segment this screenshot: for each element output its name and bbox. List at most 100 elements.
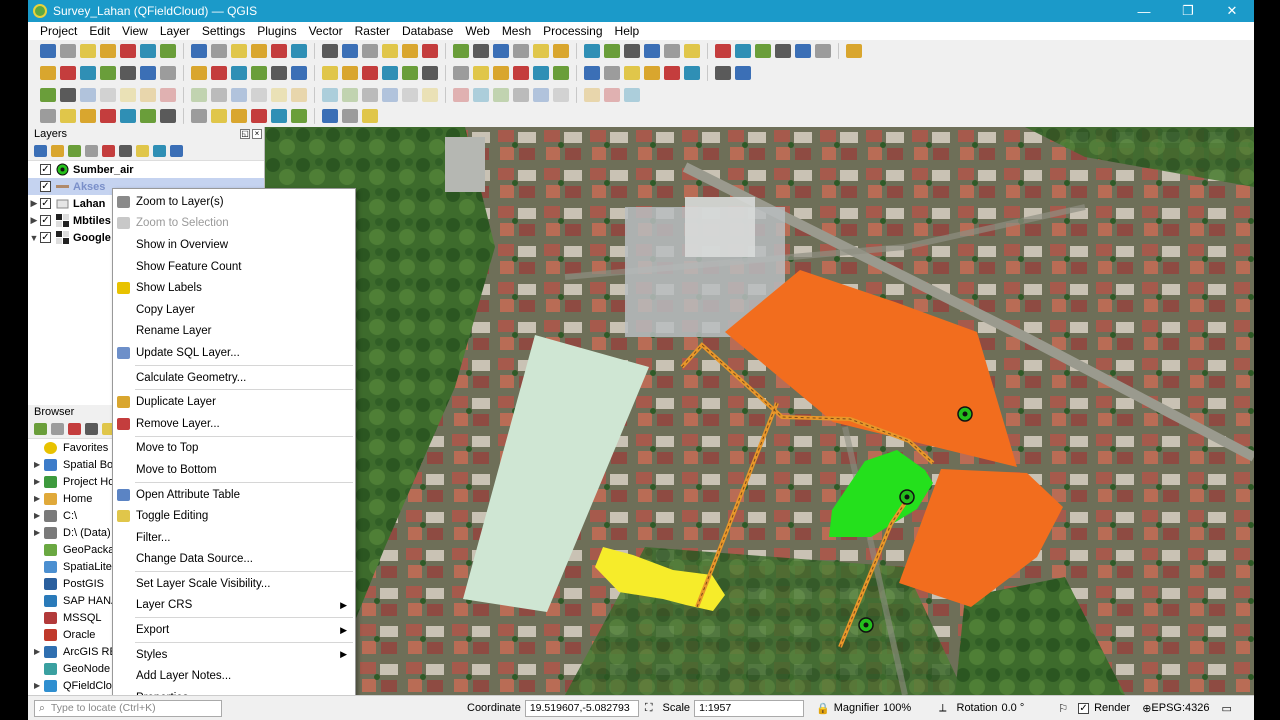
toolbar-tool-icon[interactable]	[644, 44, 660, 58]
toolbar-tool-icon[interactable]	[493, 66, 509, 80]
toolbar-tool-icon[interactable]	[80, 44, 96, 58]
panel-tool-icon[interactable]	[51, 422, 64, 435]
panel-tool-icon[interactable]	[119, 144, 132, 157]
toolbar-tool-icon[interactable]	[382, 44, 398, 58]
layer-checkbox[interactable]: ✓	[40, 232, 51, 243]
panel-tool-icon[interactable]	[170, 144, 183, 157]
toolbar-tool-icon[interactable]	[815, 44, 831, 58]
menu-web[interactable]: Web	[459, 24, 495, 38]
layer-checkbox[interactable]: ✓	[40, 181, 51, 192]
menu-layer[interactable]: Layer	[154, 24, 196, 38]
toolbar-tool-icon[interactable]	[684, 44, 700, 58]
expand-arrow-icon[interactable]: ▶	[28, 198, 40, 209]
panel-tool-icon[interactable]	[102, 144, 115, 157]
toolbar-tool-icon[interactable]	[140, 88, 156, 102]
collapse-arrow-icon[interactable]: ▼	[28, 233, 40, 243]
toolbar-tool-icon[interactable]	[60, 66, 76, 80]
toolbar-tool-icon[interactable]	[211, 109, 227, 123]
toolbar-tool-icon[interactable]	[211, 88, 227, 102]
toolbar-tool-icon[interactable]	[231, 109, 247, 123]
toolbar-tool-icon[interactable]	[271, 109, 287, 123]
expand-arrow-icon[interactable]: ▶	[28, 215, 40, 226]
menu-item-toggle-editing[interactable]: Toggle Editing	[113, 505, 355, 527]
menu-item-change-data-source[interactable]: Change Data Source...	[113, 549, 355, 571]
crs-button[interactable]: EPSG:4326	[1151, 702, 1209, 714]
toolbar-tool-icon[interactable]	[795, 44, 811, 58]
toolbar-tool-icon[interactable]	[755, 44, 771, 58]
menu-item-update-sql-layer[interactable]: Update SQL Layer...	[113, 342, 355, 364]
menu-view[interactable]: View	[116, 24, 154, 38]
menu-help[interactable]: Help	[609, 24, 646, 38]
toolbar-tool-icon[interactable]	[40, 109, 56, 123]
toolbar-tool-icon[interactable]	[584, 66, 600, 80]
menu-database[interactable]: Database	[396, 24, 459, 38]
menu-item-move-to-bottom[interactable]: Move to Bottom	[113, 459, 355, 481]
toolbar-tool-icon[interactable]	[513, 44, 529, 58]
menu-processing[interactable]: Processing	[537, 24, 608, 38]
toolbar-tool-icon[interactable]	[80, 66, 96, 80]
toolbar-tool-icon[interactable]	[291, 44, 307, 58]
render-checkbox[interactable]: ✓	[1078, 702, 1090, 714]
toolbar-tool-icon[interactable]	[604, 88, 620, 102]
toolbar-tool-icon[interactable]	[291, 109, 307, 123]
toolbar-tool-icon[interactable]	[604, 66, 620, 80]
menu-item-export[interactable]: Export ▶	[113, 619, 355, 641]
toolbar-tool-icon[interactable]	[533, 66, 549, 80]
toolbar-tool-icon[interactable]	[160, 88, 176, 102]
toolbar-tool-icon[interactable]	[342, 44, 358, 58]
toolbar-tool-icon[interactable]	[342, 88, 358, 102]
toolbar-tool-icon[interactable]	[735, 44, 751, 58]
toolbar-tool-icon[interactable]	[160, 66, 176, 80]
expand-arrow-icon[interactable]: ▶	[34, 477, 44, 486]
layer-checkbox[interactable]: ✓	[40, 198, 51, 209]
expand-arrow-icon[interactable]: ▶	[34, 494, 44, 503]
toolbar-tool-icon[interactable]	[624, 44, 640, 58]
menu-item-calculate-geometry[interactable]: Calculate Geometry...	[113, 367, 355, 389]
toolbar-tool-icon[interactable]	[100, 109, 116, 123]
toolbar-tool-icon[interactable]	[100, 66, 116, 80]
toolbar-tool-icon[interactable]	[271, 44, 287, 58]
menu-settings[interactable]: Settings	[196, 24, 251, 38]
expand-arrow-icon[interactable]: ▶	[34, 647, 44, 656]
toolbar-tool-icon[interactable]	[120, 88, 136, 102]
toolbar-tool-icon[interactable]	[211, 66, 227, 80]
toolbar-tool-icon[interactable]	[735, 66, 751, 80]
toolbar-tool-icon[interactable]	[604, 44, 620, 58]
minimize-button[interactable]: —	[1122, 0, 1166, 22]
locator-search-input[interactable]: ⌕ Type to locate (Ctrl+K)	[34, 699, 222, 717]
toolbar-tool-icon[interactable]	[513, 88, 529, 102]
menu-item-remove-layer[interactable]: Remove Layer...	[113, 413, 355, 435]
toolbar-tool-icon[interactable]	[584, 44, 600, 58]
chat-icon[interactable]: ▭	[1222, 702, 1232, 715]
toolbar-tool-icon[interactable]	[513, 66, 529, 80]
toolbar-tool-icon[interactable]	[342, 66, 358, 80]
toolbar-tool-icon[interactable]	[80, 88, 96, 102]
toolbar-tool-icon[interactable]	[362, 66, 378, 80]
menu-item-duplicate-layer[interactable]: Duplicate Layer	[113, 391, 355, 413]
toolbar-tool-icon[interactable]	[453, 44, 469, 58]
expand-arrow-icon[interactable]: ▶	[34, 528, 44, 537]
toolbar-tool-icon[interactable]	[191, 44, 207, 58]
toolbar-tool-icon[interactable]	[100, 44, 116, 58]
menu-vector[interactable]: Vector	[303, 24, 349, 38]
toolbar-tool-icon[interactable]	[402, 66, 418, 80]
menu-edit[interactable]: Edit	[83, 24, 116, 38]
close-button[interactable]: ✕	[1210, 0, 1254, 22]
layer-checkbox[interactable]: ✓	[40, 164, 51, 175]
toolbar-tool-icon[interactable]	[251, 88, 267, 102]
toolbar-tool-icon[interactable]	[322, 88, 338, 102]
toolbar-tool-icon[interactable]	[775, 44, 791, 58]
toolbar-tool-icon[interactable]	[422, 66, 438, 80]
panel-tool-icon[interactable]	[68, 422, 81, 435]
panel-tool-icon[interactable]	[153, 144, 166, 157]
menu-item-show-feature-count[interactable]: Show Feature Count	[113, 256, 355, 278]
map-canvas[interactable]	[265, 127, 1254, 695]
toolbar-tool-icon[interactable]	[60, 109, 76, 123]
magnifier-value[interactable]: 100%	[883, 702, 911, 714]
toolbar-tool-icon[interactable]	[382, 66, 398, 80]
toolbar-tool-icon[interactable]	[362, 88, 378, 102]
menu-plugins[interactable]: Plugins	[251, 24, 302, 38]
rotation-value[interactable]: 0.0 °	[1001, 702, 1024, 714]
toolbar-tool-icon[interactable]	[251, 66, 267, 80]
menu-item-set-layer-scale-visibility[interactable]: Set Layer Scale Visibility...	[113, 573, 355, 595]
